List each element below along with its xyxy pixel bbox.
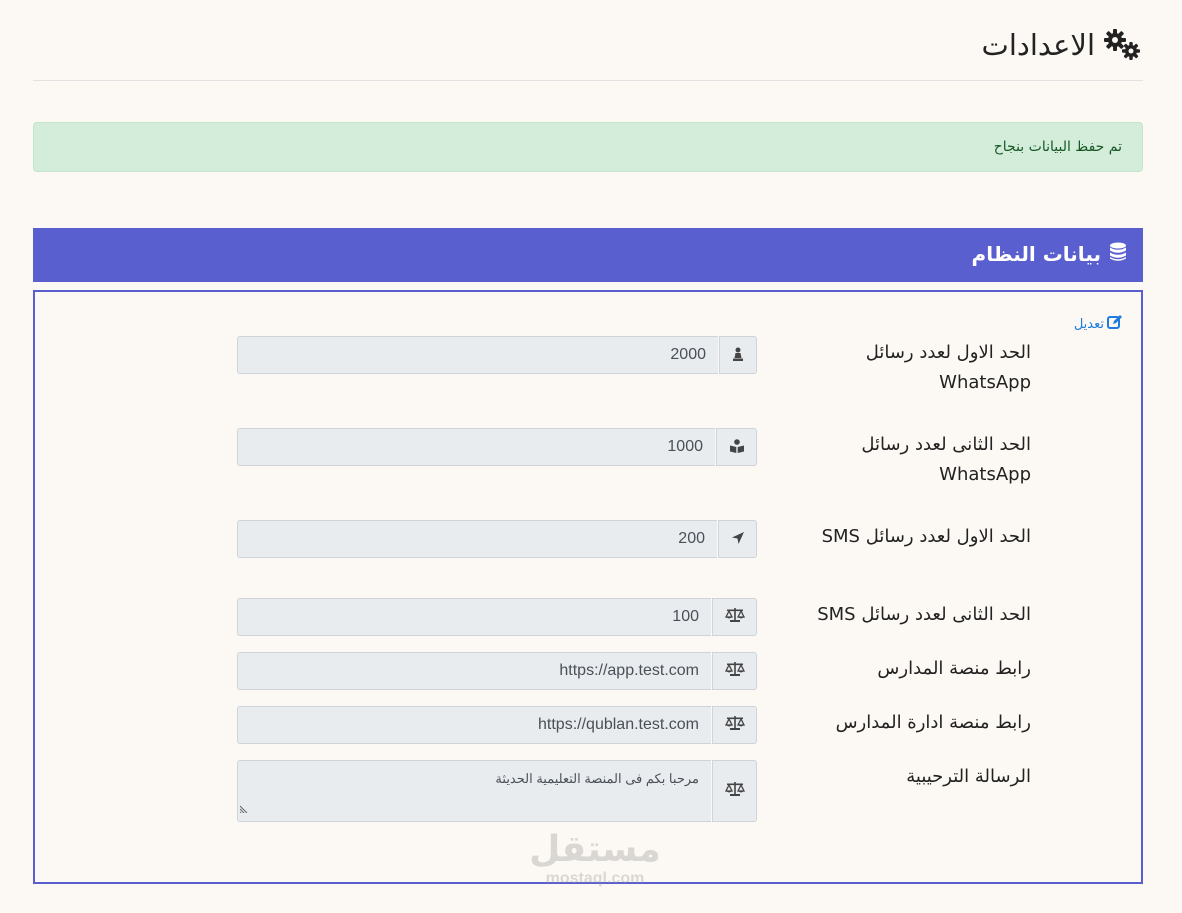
field-label-sms-limit-2: الحد الثانى لعدد رسائل SMS: [817, 604, 1031, 625]
success-alert: تم حفظ البيانات بنجاح: [33, 122, 1143, 172]
field-addon: [716, 428, 757, 466]
field-addon: [712, 652, 757, 690]
field-label-schools-platform-url: رابط منصة المدارس: [877, 658, 1031, 679]
book-reader-icon: [729, 438, 745, 457]
field-schools-platform-url: https://app.test.com: [237, 652, 757, 690]
schools-platform-url-input[interactable]: https://app.test.com: [237, 652, 711, 690]
field-label-welcome-message: الرسالة الترحيبية: [906, 766, 1031, 787]
balance-scale-icon: [725, 607, 745, 627]
field-label-sms-limit-1: الحد الاول لعدد رسائل SMS: [821, 526, 1031, 547]
field-addon: [719, 336, 757, 374]
field-label-whatsapp-limit-1: الحد الاول لعدد رسائل WhatsApp: [865, 342, 1031, 393]
field-label-whatsapp-limit-2: الحد الثانى لعدد رسائل WhatsApp: [861, 434, 1031, 485]
card-title: بيانات النظام: [971, 242, 1101, 266]
schools-admin-url-input[interactable]: https://qublan.test.com: [237, 706, 711, 744]
welcome-message-text: مرحبا بكم فى المنصة التعليمية الحديثة: [495, 771, 699, 786]
gears-icon: [1101, 28, 1143, 62]
field-sms-limit-2: 100: [237, 598, 757, 636]
sms-limit-1-input[interactable]: 200: [237, 520, 717, 558]
field-whatsapp-limit-1: 2000: [237, 336, 757, 374]
field-schools-admin-url: https://qublan.test.com: [237, 706, 757, 744]
location-arrow-icon: [731, 530, 745, 549]
resize-handle-icon[interactable]: [239, 799, 248, 819]
field-welcome-message: مرحبا بكم فى المنصة التعليمية الحديثة: [237, 760, 757, 822]
field-addon: [718, 520, 757, 558]
whatsapp-limit-1-input[interactable]: 2000: [237, 336, 718, 374]
database-icon: [1109, 242, 1127, 266]
field-whatsapp-limit-2: 1000: [237, 428, 757, 466]
page-title: الاعدادات: [981, 28, 1095, 62]
balance-scale-icon: [725, 715, 745, 735]
field-addon: [712, 598, 757, 636]
whatsapp-limit-2-input[interactable]: 1000: [237, 428, 715, 466]
welcome-message-textarea[interactable]: مرحبا بكم فى المنصة التعليمية الحديثة: [237, 760, 711, 822]
chess-pawn-icon: [732, 346, 744, 365]
field-label-schools-admin-url: رابط منصة ادارة المدارس: [835, 712, 1031, 733]
alert-message: تم حفظ البيانات بنجاح: [993, 139, 1122, 155]
edit-label: تعديل: [1073, 316, 1104, 332]
balance-scale-icon: [725, 781, 745, 801]
settings-card: تعديل الحد الاول لعدد رسائل WhatsApp 200…: [33, 290, 1143, 884]
balance-scale-icon: [725, 661, 745, 681]
sms-limit-2-input[interactable]: 100: [237, 598, 711, 636]
field-sms-limit-1: 200: [237, 520, 757, 558]
field-addon: [712, 760, 757, 822]
edit-link[interactable]: تعديل: [1074, 314, 1123, 334]
field-addon: [712, 706, 757, 744]
page-header: الاعدادات: [33, 22, 1143, 81]
card-header: بيانات النظام: [33, 228, 1143, 282]
edit-icon: [1107, 314, 1123, 334]
